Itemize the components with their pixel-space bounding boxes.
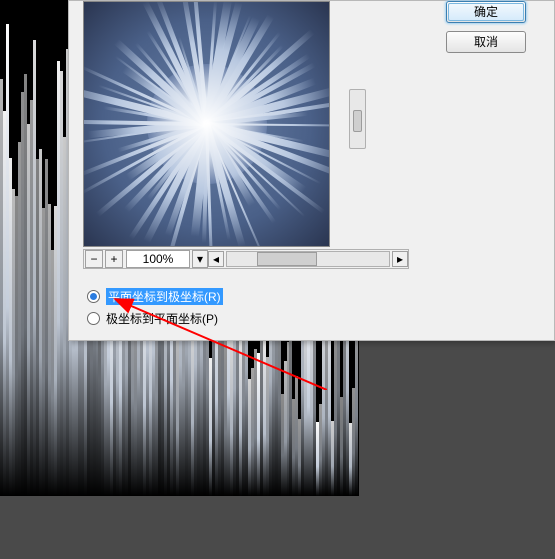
radio-icon [87,312,100,325]
radio-polar-to-rect[interactable]: 极坐标到平面坐标(P) [87,307,223,329]
radio-label: 极坐标到平面坐标(P) [106,310,218,327]
hscroll-thumb[interactable] [257,252,317,266]
zoom-in-button[interactable]: + [105,250,123,268]
radio-icon [87,290,100,303]
cancel-button-label: 取消 [474,35,498,49]
preview-vertical-scrollbar[interactable] [349,89,366,149]
hscroll-right-button[interactable]: ▸ [392,251,408,267]
hscroll-left-button[interactable]: ◂ [208,251,224,267]
preview-horizontal-scrollbar[interactable] [226,251,390,267]
cancel-button[interactable]: 取消 [446,31,526,53]
ok-button[interactable]: 确定 [446,1,526,23]
zoom-dropdown-button[interactable]: ▾ [192,250,208,268]
polar-coordinates-dialog: − + 100% ▾ ◂ ▸ 平面坐标到极坐标(R) 极坐标到平面坐标(P) 确… [68,0,555,341]
radio-label: 平面坐标到极坐标(R) [106,288,223,305]
ok-button-label: 确定 [448,3,524,21]
radio-rect-to-polar[interactable]: 平面坐标到极坐标(R) [87,285,223,307]
conversion-radio-group: 平面坐标到极坐标(R) 极坐标到平面坐标(P) [87,285,223,329]
zoom-toolbar: − + 100% ▾ ◂ ▸ [83,249,409,269]
zoom-out-button[interactable]: − [85,250,103,268]
zoom-percentage-field[interactable]: 100% [126,250,190,268]
preview-image[interactable] [83,1,330,247]
